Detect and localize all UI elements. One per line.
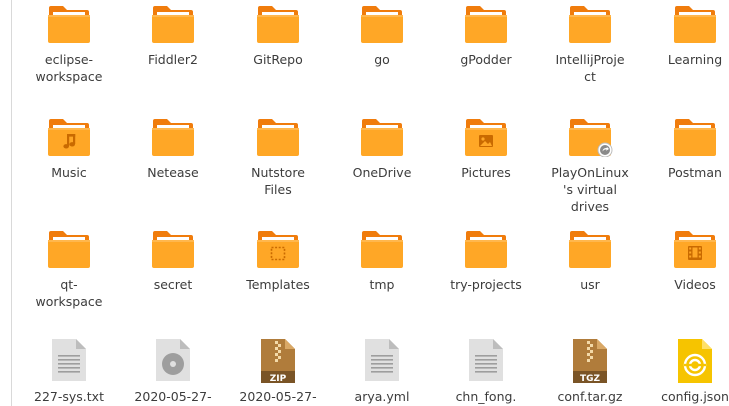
svg-text:TGZ: TGZ (580, 374, 601, 384)
folder-item-postman[interactable]: Postman (643, 117, 729, 181)
folder-template-icon (255, 229, 301, 269)
file-item-2020-05-27[interactable]: 2020-05-27- (121, 337, 225, 405)
item-label: Videos (674, 277, 716, 292)
item-label: eclipse- workspace (35, 52, 103, 84)
folder-item-try-projects[interactable]: try-projects (434, 229, 538, 293)
folder-icon (255, 117, 301, 157)
folder-icon (672, 117, 718, 157)
folder-icon (359, 229, 405, 269)
folder-icon (150, 229, 196, 269)
file-item-config-json[interactable]: config.json (643, 337, 729, 405)
folder-item-intellijproje-ct[interactable]: IntellijProje ct (538, 4, 642, 85)
folder-item-fiddler2[interactable]: Fiddler2 (121, 4, 225, 68)
folder-item-pictures[interactable]: Pictures (434, 117, 538, 181)
folder-item-qt-workspace[interactable]: qt- workspace (17, 229, 121, 310)
item-label: Netease (147, 165, 199, 180)
item-label: usr (580, 277, 600, 292)
folder-picture-icon (463, 117, 509, 157)
file-item-arya-yml[interactable]: arya.yml (330, 337, 434, 405)
item-label: secret (153, 277, 193, 292)
folder-icon (463, 229, 509, 269)
item-label: go (374, 52, 390, 67)
zip-archive-icon: ZIP (255, 337, 301, 384)
folder-item-templates[interactable]: Templates (226, 229, 330, 293)
folder-item-netease[interactable]: Netease (121, 117, 225, 181)
folder-item-go[interactable]: go (330, 4, 434, 68)
folder-icon (359, 117, 405, 157)
config-file-icon (672, 337, 718, 383)
file-item-227-sys-txt[interactable]: 227-sys.txt (17, 337, 121, 405)
item-label: Postman (668, 165, 722, 180)
item-label: qt- workspace (35, 277, 103, 309)
file-item-2020-05-27[interactable]: ZIP 2020-05-27- (226, 337, 330, 405)
folder-item-nutstore-files[interactable]: Nutstore Files (226, 117, 330, 198)
folder-item-playonlinux-s-virtual-drives[interactable]: PlayOnLinux 's virtual drives (538, 117, 642, 215)
folder-icon (567, 229, 613, 269)
folder-item-gitrepo[interactable]: GitRepo (226, 4, 330, 68)
folder-film-icon (672, 229, 718, 269)
folder-icon (255, 4, 301, 44)
item-label: gPodder (460, 52, 512, 67)
folder-icon (463, 4, 509, 44)
file-icon-grid: eclipse- workspace Fiddler2 GitRepo go g… (0, 0, 729, 406)
item-label: try-projects (450, 277, 522, 292)
item-label: 227-sys.txt (34, 389, 104, 404)
file-item-conf-tar-gz[interactable]: TGZ conf.tar.gz (538, 337, 642, 405)
text-file-icon (463, 337, 509, 383)
folder-icon (672, 4, 718, 44)
item-label: Nutstore Files (251, 165, 305, 197)
item-label: tmp (369, 277, 395, 292)
item-label: IntellijProje ct (555, 52, 625, 84)
folder-item-tmp[interactable]: tmp (330, 229, 434, 293)
text-file-icon (359, 337, 405, 383)
file-item-chn-fong[interactable]: chn_fong. (434, 337, 538, 405)
item-label: PlayOnLinux 's virtual drives (551, 165, 629, 214)
folder-item-learning[interactable]: Learning (643, 4, 729, 68)
item-label: chn_fong. (455, 389, 517, 404)
folder-item-secret[interactable]: secret (121, 229, 225, 293)
item-label: 2020-05-27- (134, 389, 212, 404)
folder-icon (567, 4, 613, 44)
text-file-icon (46, 337, 92, 383)
item-label: Music (51, 165, 87, 180)
folder-item-videos[interactable]: Videos (643, 229, 729, 293)
item-label: 2020-05-27- (239, 389, 317, 404)
folder-icon (46, 4, 92, 44)
item-label: GitRepo (253, 52, 303, 67)
item-label: Fiddler2 (148, 52, 198, 67)
folder-item-onedrive[interactable]: OneDrive (330, 117, 434, 181)
folder-icon (150, 4, 196, 44)
folder-item-music[interactable]: Music (17, 117, 121, 181)
folder-icon (150, 117, 196, 157)
folder-symlink-icon (567, 117, 613, 157)
item-label: Templates (246, 277, 310, 292)
folder-item-usr[interactable]: usr (538, 229, 642, 293)
item-label: Pictures (461, 165, 511, 180)
disc-image-icon (150, 337, 196, 383)
item-label: config.json (661, 389, 729, 404)
folder-icon (46, 229, 92, 269)
folder-item-eclipse-workspace[interactable]: eclipse- workspace (17, 4, 121, 85)
item-label: OneDrive (352, 165, 412, 180)
item-label: arya.yml (354, 389, 410, 404)
folder-music-note-icon (46, 117, 92, 157)
folder-item-gpodder[interactable]: gPodder (434, 4, 538, 68)
tgz-archive-icon: TGZ (567, 337, 613, 384)
item-label: conf.tar.gz (557, 389, 623, 404)
item-label: Learning (667, 52, 723, 67)
svg-text:ZIP: ZIP (270, 374, 287, 384)
folder-icon (359, 4, 405, 44)
